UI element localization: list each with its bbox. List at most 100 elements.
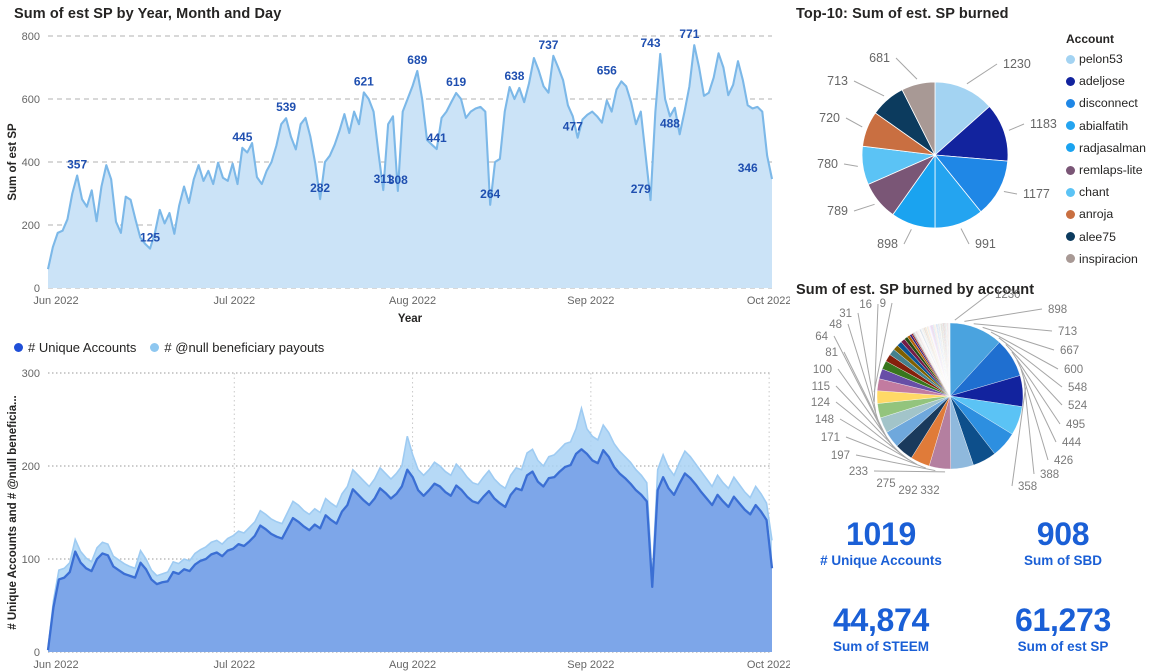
svg-text:Oct 2022: Oct 2022 bbox=[747, 659, 790, 671]
svg-text:548: 548 bbox=[1068, 382, 1087, 394]
svg-text:0: 0 bbox=[34, 647, 40, 659]
svg-text:125: 125 bbox=[140, 231, 160, 245]
kpi-value: 44,874 bbox=[832, 602, 930, 639]
account-legend-item[interactable]: alee75 bbox=[1066, 226, 1146, 248]
svg-text:488: 488 bbox=[660, 116, 680, 130]
svg-text:1230: 1230 bbox=[1003, 57, 1031, 71]
svg-text:# Unique Accounts and # @null: # Unique Accounts and # @null beneficia.… bbox=[7, 395, 19, 629]
bottom-chart-plot: 0 100 200 300 Jun 2022 Jul 2022 Aug 2022 Sep 20… bbox=[7, 368, 790, 671]
legend-dot-icon bbox=[1066, 165, 1075, 175]
svg-text:233: 233 bbox=[849, 466, 868, 478]
svg-text:200: 200 bbox=[22, 461, 40, 473]
legend-dot-icon bbox=[1066, 76, 1075, 86]
kpi-value: 61,273 bbox=[1014, 602, 1112, 639]
svg-text:656: 656 bbox=[597, 63, 617, 77]
svg-text:539: 539 bbox=[276, 100, 296, 114]
svg-text:444: 444 bbox=[1062, 437, 1082, 449]
account-legend-item[interactable]: radjasalman bbox=[1066, 137, 1146, 159]
svg-text:713: 713 bbox=[1058, 326, 1077, 338]
svg-text:124: 124 bbox=[811, 397, 831, 409]
svg-text:713: 713 bbox=[827, 74, 848, 88]
svg-text:720: 720 bbox=[819, 111, 840, 125]
svg-text:667: 667 bbox=[1060, 345, 1079, 357]
svg-text:16: 16 bbox=[859, 299, 872, 311]
svg-text:Jul 2022: Jul 2022 bbox=[213, 659, 255, 671]
by-account-pie-chart[interactable]: 1230 898 713 667 600 548 524 495 444 426 388358 332… bbox=[790, 278, 1154, 500]
svg-text:48: 48 bbox=[829, 319, 842, 331]
svg-text:264: 264 bbox=[480, 187, 500, 201]
svg-text:477: 477 bbox=[563, 120, 583, 134]
svg-text:81: 81 bbox=[825, 347, 838, 359]
account-legend-item[interactable]: disconnect bbox=[1066, 92, 1146, 114]
top-chart-plot: 0 200 400 600 800 Jun 2022 Jul 2022 Aug 2022 Sep… bbox=[7, 27, 790, 325]
legend-dot-icon bbox=[1066, 254, 1075, 264]
legend-dot-icon bbox=[1066, 187, 1075, 197]
account-legend-item[interactable]: remlaps-lite bbox=[1066, 159, 1146, 181]
account-legend-item[interactable]: anroja bbox=[1066, 203, 1146, 225]
svg-text:279: 279 bbox=[631, 182, 651, 196]
svg-text:426: 426 bbox=[1054, 455, 1073, 467]
kpi-label: Sum of est SP bbox=[1017, 638, 1109, 654]
account-legend-item[interactable]: inspiracion bbox=[1066, 248, 1146, 270]
account-legend-label: anroja bbox=[1079, 207, 1114, 222]
svg-text:100: 100 bbox=[22, 554, 40, 566]
account-legend: pelon53 adeljose disconnect abialfatih radja… bbox=[1066, 48, 1146, 270]
account-legend-label: remlaps-lite bbox=[1079, 163, 1143, 178]
account-legend-label: radjasalman bbox=[1079, 140, 1146, 155]
account-legend-item[interactable]: abialfatih bbox=[1066, 115, 1146, 137]
account-legend-item[interactable]: chant bbox=[1066, 181, 1146, 203]
svg-text:275: 275 bbox=[876, 478, 895, 490]
svg-text:800: 800 bbox=[22, 31, 40, 43]
svg-text:600: 600 bbox=[1064, 364, 1083, 376]
svg-text:737: 737 bbox=[538, 38, 558, 52]
legend-dot-icon bbox=[1066, 143, 1075, 153]
svg-text:789: 789 bbox=[827, 204, 848, 218]
svg-text:Sum of est SP: Sum of est SP bbox=[7, 123, 19, 201]
kpi-sum-of-steem[interactable]: 44,874 Sum of STEEM bbox=[790, 586, 972, 672]
svg-text:619: 619 bbox=[446, 75, 466, 89]
svg-text:Sep 2022: Sep 2022 bbox=[567, 659, 614, 671]
account-legend-label: pelon53 bbox=[1079, 52, 1123, 67]
top10-pie-panel[interactable]: Top-10: Sum of est. SP burned 1230 1183 11… bbox=[790, 0, 1154, 278]
svg-text:898: 898 bbox=[877, 237, 898, 251]
account-legend-label: alee75 bbox=[1079, 229, 1116, 244]
svg-text:445: 445 bbox=[232, 130, 252, 144]
kpi-value: 1019 bbox=[846, 516, 916, 553]
svg-text:332: 332 bbox=[920, 485, 939, 497]
svg-text:148: 148 bbox=[815, 414, 834, 426]
svg-text:Oct 2022: Oct 2022 bbox=[747, 295, 790, 307]
svg-text:524: 524 bbox=[1068, 400, 1088, 412]
top10-pie-chart[interactable]: 1230 1183 1177 991 898 789 780 720 713 681 bbox=[790, 0, 1070, 278]
top-area-chart[interactable]: Sum of est SP by Year, Month and Day 0 20… bbox=[0, 0, 790, 330]
kpi-sum-of-est-sp[interactable]: 61,273 Sum of est SP bbox=[972, 586, 1154, 672]
svg-text:991: 991 bbox=[975, 237, 996, 251]
svg-text:780: 780 bbox=[817, 157, 838, 171]
account-legend-label: disconnect bbox=[1079, 96, 1138, 111]
legend-dot-icon bbox=[1066, 98, 1075, 108]
svg-text:282: 282 bbox=[310, 181, 330, 195]
svg-text:115: 115 bbox=[812, 381, 830, 393]
svg-text:Sep 2022: Sep 2022 bbox=[567, 295, 614, 307]
svg-text:31: 31 bbox=[839, 308, 852, 320]
account-legend-item[interactable]: pelon53 bbox=[1066, 48, 1146, 70]
svg-text:Year: Year bbox=[398, 313, 423, 325]
svg-text:Jun 2022: Jun 2022 bbox=[33, 295, 78, 307]
svg-text:Aug 2022: Aug 2022 bbox=[389, 659, 436, 671]
account-legend-label: adeljose bbox=[1079, 74, 1125, 89]
svg-text:64: 64 bbox=[815, 331, 828, 343]
svg-text:1183: 1183 bbox=[1030, 117, 1057, 131]
svg-text:743: 743 bbox=[641, 36, 661, 50]
kpi-sum-of-sbd[interactable]: 908 Sum of SBD bbox=[972, 500, 1154, 586]
bottom-area-chart[interactable]: # Unique Accounts # @null beneficiary pa… bbox=[0, 333, 790, 672]
svg-text:Jul 2022: Jul 2022 bbox=[213, 295, 255, 307]
svg-text:9: 9 bbox=[880, 298, 886, 310]
by-account-pie-panel[interactable]: Sum of est. SP burned by account 1230 898… bbox=[790, 278, 1154, 500]
legend-dot-icon bbox=[1066, 209, 1075, 219]
kpi-unique-accounts[interactable]: 1019 # Unique Accounts bbox=[790, 500, 972, 586]
kpi-label: Sum of STEEM bbox=[832, 638, 929, 654]
account-legend-label: abialfatih bbox=[1079, 118, 1129, 133]
svg-text:Aug 2022: Aug 2022 bbox=[389, 295, 436, 307]
account-legend-label: inspiracion bbox=[1079, 251, 1138, 266]
account-legend-item[interactable]: adeljose bbox=[1066, 70, 1146, 92]
kpi-label: # Unique Accounts bbox=[820, 552, 942, 568]
